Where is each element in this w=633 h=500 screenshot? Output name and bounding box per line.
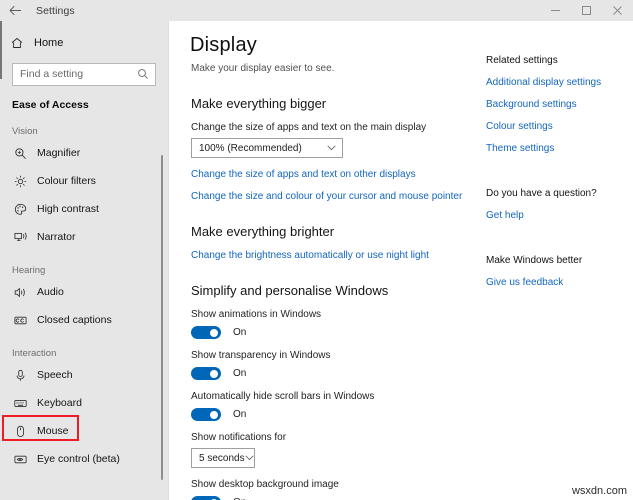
window-controls [540,0,633,21]
sidebar-item-colour-filters-label: Colour filters [37,175,96,187]
home-icon [11,37,29,49]
toggle-animations[interactable] [191,326,221,339]
minimize-button[interactable] [540,0,571,21]
sidebar-item-home-label: Home [34,37,64,49]
rail-link-theme[interactable]: Theme settings [486,143,554,154]
sidebar-category-title: Ease of Access [12,99,89,111]
mouse-icon [12,425,28,438]
rail-link-get-help[interactable]: Get help [486,210,524,221]
toggle-background-image[interactable] [191,496,221,500]
sidebar-item-magnifier-label: Magnifier [37,147,81,159]
chevron-down-icon [327,145,336,151]
back-button[interactable] [0,0,30,21]
rail-link-additional-display[interactable]: Additional display settings [486,77,601,88]
search-icon[interactable] [137,67,149,85]
title-bar-left: Settings [0,0,75,21]
sidebar-item-keyboard-label: Keyboard [37,397,82,409]
magnifier-icon [12,147,28,160]
sidebar-item-closed-captions-label: Closed captions [37,314,112,326]
sidebar: Home Ease of Access Vision Magni [0,21,168,500]
keyboard-icon [12,397,28,410]
rail-link-feedback[interactable]: Give us feedback [486,277,563,288]
toggle-knob [210,328,218,337]
sidebar-item-mouse-label: Mouse [37,425,69,437]
sidebar-item-colour-filters[interactable]: Colour filters [0,168,168,194]
closed-captions-icon [12,314,28,327]
maximize-button[interactable] [571,0,602,21]
sidebar-item-keyboard[interactable]: Keyboard [0,390,168,416]
toggle-knob [210,369,218,378]
palette-icon [12,203,28,216]
toggle-state-scrollbars: On [233,409,247,420]
notifications-dropdown[interactable]: 5 seconds [191,448,255,468]
sidebar-item-audio[interactable]: Audio [0,279,168,305]
sidebar-group-label-hearing: Hearing [12,265,46,276]
sidebar-group-label-interaction: Interaction [12,348,57,359]
title-bar: Settings [0,0,633,21]
close-button[interactable] [602,0,633,21]
sidebar-item-audio-label: Audio [37,286,64,298]
toggle-knob [210,410,218,419]
sidebar-item-mouse[interactable]: Mouse [0,418,168,444]
narrator-icon [12,231,28,244]
sidebar-scrollbar[interactable] [161,155,163,480]
toggle-state-transparency: On [233,368,247,379]
sidebar-item-speech[interactable]: Speech [0,362,168,388]
notifications-dropdown-value: 5 seconds [199,452,245,464]
sidebar-item-eye-control-label: Eye control (beta) [37,453,120,465]
toggle-scrollbars[interactable] [191,408,221,421]
sun-icon [12,175,28,188]
sidebar-item-closed-captions[interactable]: Closed captions [0,307,168,333]
sidebar-item-narrator[interactable]: Narrator [0,224,168,250]
rail-link-background[interactable]: Background settings [486,99,577,110]
toggle-transparency[interactable] [191,367,221,380]
rail-heading-make-better: Make Windows better [486,255,583,266]
search-box[interactable] [12,63,156,86]
rail-link-colour[interactable]: Colour settings [486,121,553,132]
toggle-state-animations: On [233,327,247,338]
window-title: Settings [36,4,75,17]
sidebar-item-magnifier[interactable]: Magnifier [0,140,168,166]
sidebar-accent-top [0,21,2,79]
related-settings-rail: Related settings Additional display sett… [478,21,633,500]
sidebar-item-eye-control[interactable]: Eye control (beta) [0,446,168,472]
scale-dropdown-value: 100% (Recommended) [199,142,302,154]
sidebar-item-home[interactable]: Home [0,30,168,56]
watermark: wsxdn.com [571,485,627,497]
link-cursor-pointer[interactable]: Change the size and colour of your curso… [191,191,462,202]
sidebar-item-narrator-label: Narrator [37,231,76,243]
chevron-down-icon [244,455,254,461]
link-brightness-night-light[interactable]: Change the brightness automatically or u… [191,250,429,261]
link-other-displays[interactable]: Change the size of apps and text on othe… [191,169,416,180]
eye-control-icon [12,453,28,466]
settings-window: Settings Home Find a setting Ease of Acc… [0,0,633,500]
speaker-icon [12,286,28,299]
rail-heading-related: Related settings [486,55,558,66]
scale-dropdown[interactable]: 100% (Recommended) [191,138,343,158]
sidebar-group-label-vision: Vision [12,126,38,137]
microphone-icon [12,369,28,382]
rail-heading-question: Do you have a question? [486,188,597,199]
sidebar-item-high-contrast-label: High contrast [37,203,99,215]
sidebar-item-high-contrast[interactable]: High contrast [0,196,168,222]
sidebar-item-speech-label: Speech [37,369,73,381]
search-input[interactable] [13,65,155,84]
